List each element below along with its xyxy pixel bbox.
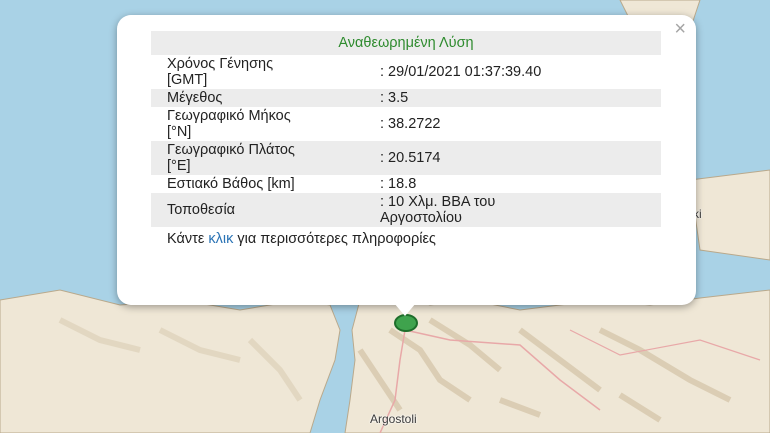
- table-row-origin-time: Χρόνος Γένησης [GMT] : 29/01/2021 01:37:3…: [151, 55, 661, 89]
- table-row-latitude: Γεωγραφικό Μήκος [°N] : 38.2722: [151, 107, 661, 141]
- popup-title: Αναθεωρημένη Λύση: [151, 31, 661, 55]
- city-label-argostoli: Argostoli: [370, 412, 417, 426]
- depth-value: : 18.8: [380, 175, 661, 193]
- more-info-text: Κάντε κλικ για περισσότερες πληροφορίες: [167, 231, 436, 247]
- more-info-row: Κάντε κλικ για περισσότερες πληροφορίες: [151, 227, 661, 247]
- magnitude-value: : 3.5: [380, 89, 661, 107]
- table-row-depth: Εστιακό Βάθος [km] : 18.8: [151, 175, 661, 193]
- location-value: : 10 Χλμ. ΒΒΑ του Αργοστολίου: [380, 193, 661, 227]
- location-label: Τοποθεσία: [151, 193, 380, 227]
- longitude-value: : 20.5174: [380, 141, 661, 175]
- longitude-label: Γεωγραφικό Πλάτος [°E]: [151, 141, 380, 175]
- earthquake-info-table: Αναθεωρημένη Λύση Χρόνος Γένησης [GMT] : …: [151, 31, 661, 247]
- origin-time-label: Χρόνος Γένησης [GMT]: [151, 55, 380, 89]
- more-info-link[interactable]: κλικ: [208, 231, 233, 247]
- magnitude-label: Μέγεθος: [151, 89, 380, 107]
- latitude-label: Γεωγραφικό Μήκος [°N]: [151, 107, 380, 141]
- depth-label: Εστιακό Βάθος [km]: [151, 175, 380, 193]
- earthquake-info-popup: × Αναθεωρημένη Λύση Χρόνος Γένησης [GMT] …: [117, 15, 696, 305]
- table-row-magnitude: Μέγεθος : 3.5: [151, 89, 661, 107]
- earthquake-marker[interactable]: [394, 314, 418, 332]
- table-row-longitude: Γεωγραφικό Πλάτος [°E] : 20.5174: [151, 141, 661, 175]
- close-icon[interactable]: ×: [674, 19, 686, 39]
- table-row-location: Τοποθεσία : 10 Χλμ. ΒΒΑ του Αργοστολίου: [151, 193, 661, 227]
- latitude-value: : 38.2722: [380, 107, 661, 141]
- origin-time-value: : 29/01/2021 01:37:39.40: [380, 55, 661, 89]
- popup-pointer: [394, 303, 416, 316]
